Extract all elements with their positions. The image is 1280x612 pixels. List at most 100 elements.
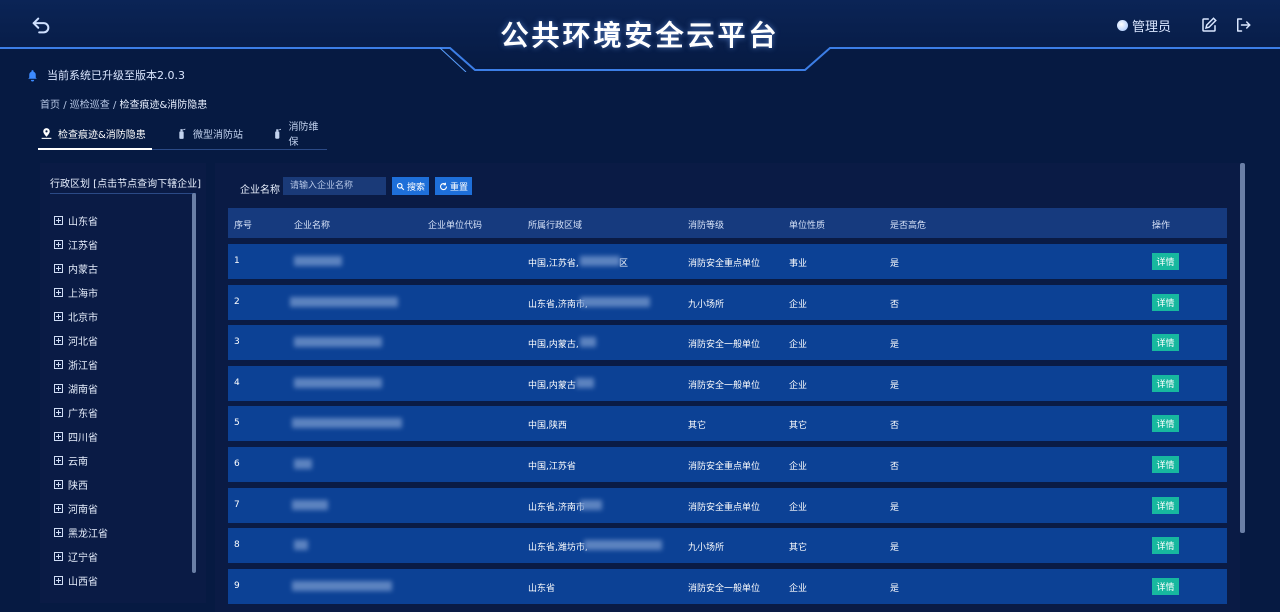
reset-button[interactable]: 重置	[435, 177, 472, 195]
tree-node-label: 辽宁省	[68, 553, 98, 564]
user-menu[interactable]: 管理员	[1117, 16, 1171, 35]
tree-node[interactable]: 河北省	[54, 333, 98, 348]
enterprise-name-input[interactable]	[283, 177, 386, 195]
expand-plus-icon[interactable]	[54, 216, 63, 225]
detail-button[interactable]: 详情	[1152, 415, 1179, 433]
tree-node-label: 山东省	[68, 217, 98, 228]
expand-plus-icon[interactable]	[54, 576, 63, 585]
redacted-region	[580, 337, 596, 348]
detail-button[interactable]: 详情	[1152, 456, 1179, 473]
table-row: 7 山东省,济南市 消防安全重点单位 企业 是 详情	[228, 487, 1227, 523]
fire-extinguisher-icon	[275, 128, 281, 139]
divider	[50, 193, 196, 194]
detail-button[interactable]: 详情	[1152, 496, 1179, 514]
fire-extinguisher-icon	[179, 128, 186, 139]
table-row: 2 山东省,济南市, 九小场所 企业 否 详情	[228, 284, 1227, 320]
bell-icon	[26, 69, 39, 82]
tab-bar: 检查痕迹&消防隐患 微型消防站 消防维保	[38, 122, 327, 150]
tree-node-label: 河北省	[68, 337, 98, 348]
expand-plus-icon[interactable]	[54, 408, 63, 417]
redacted-enterprise-name	[294, 377, 382, 388]
cell-level: 消防安全一般单位	[688, 380, 761, 391]
tree-node[interactable]: 陕西	[54, 477, 88, 492]
tree-node-label: 上海市	[68, 289, 98, 300]
tree-node[interactable]: 浙江省	[54, 357, 98, 372]
col-header-level: 消防等级	[688, 221, 725, 231]
expand-plus-icon[interactable]	[54, 552, 63, 561]
tab-fire-maintenance[interactable]: 消防维保	[271, 122, 327, 148]
tree-node[interactable]: 山西省	[54, 573, 98, 588]
tree-node[interactable]: 黑龙江省	[54, 525, 108, 540]
breadcrumb: 首页 / 巡检巡查 / 检查痕迹&消防隐患	[40, 96, 207, 111]
cell-region: 中国,江苏省,	[528, 259, 579, 269]
detail-button[interactable]: 详情	[1152, 537, 1179, 555]
tab-inspection-hazard[interactable]: 检查痕迹&消防隐患	[38, 123, 152, 150]
expand-plus-icon[interactable]	[54, 384, 63, 393]
expand-plus-icon[interactable]	[54, 432, 63, 441]
detail-button[interactable]: 详情	[1152, 374, 1179, 392]
tree-node[interactable]: 四川省	[54, 429, 98, 444]
detail-button[interactable]: 详情	[1152, 334, 1179, 352]
redacted-enterprise-name	[294, 540, 308, 551]
expand-plus-icon[interactable]	[54, 504, 63, 513]
col-header-no: 序号	[234, 221, 253, 231]
cell-risk: 是	[890, 543, 900, 554]
tree-node[interactable]: 山东省	[54, 213, 98, 228]
cell-risk: 是	[890, 502, 900, 513]
expand-plus-icon[interactable]	[54, 312, 63, 321]
expand-plus-icon[interactable]	[54, 360, 63, 369]
cell-region: 中国,内蒙古	[528, 380, 576, 391]
redacted-region	[576, 377, 594, 388]
tab-micro-fire-station[interactable]: 微型消防站	[175, 123, 243, 143]
expand-plus-icon[interactable]	[54, 288, 63, 297]
cell-risk: 是	[890, 583, 900, 594]
tree-node[interactable]: 河南省	[54, 501, 98, 516]
table-row: 4 中国,内蒙古 消防安全一般单位 企业 是 详情	[228, 365, 1227, 401]
detail-button[interactable]: 详情	[1152, 293, 1179, 311]
expand-plus-icon[interactable]	[54, 456, 63, 465]
cell-risk: 是	[890, 259, 900, 269]
detail-button[interactable]: 详情	[1152, 577, 1179, 595]
main-scrollbar[interactable]	[1240, 163, 1245, 533]
tree-scrollbar[interactable]	[192, 193, 196, 573]
tree-node[interactable]: 辽宁省	[54, 549, 98, 564]
cell-region: 山东省,济南市	[528, 502, 585, 513]
expand-plus-icon[interactable]	[54, 264, 63, 273]
tree-node[interactable]: 北京市	[54, 309, 98, 324]
tree-node[interactable]: 湖南省	[54, 381, 98, 396]
tree-node[interactable]: 广东省	[54, 405, 98, 420]
tree-node-label: 河南省	[68, 505, 98, 516]
tree-node-label: 北京市	[68, 313, 98, 324]
tree-node[interactable]: 云南	[54, 453, 88, 468]
cell-risk: 否	[890, 299, 900, 310]
tree-node-label: 四川省	[68, 433, 98, 444]
breadcrumb-separator: /	[63, 100, 67, 111]
redacted-enterprise-name	[294, 337, 382, 348]
notice-text: 当前系统已升级至版本2.0.3	[47, 69, 185, 82]
cell-region: 中国,陕西	[528, 421, 567, 432]
tree-node[interactable]: 内蒙古	[54, 261, 98, 276]
col-header-nature: 单位性质	[789, 221, 826, 231]
redacted-enterprise-name	[290, 296, 398, 307]
cell-nature: 企业	[789, 462, 808, 472]
table-row: 5 中国,陕西 其它 其它 否 详情	[228, 406, 1227, 442]
cell-nature: 企业	[789, 299, 808, 310]
cell-nature: 其它	[789, 543, 808, 554]
cell-no: 7	[234, 499, 240, 510]
breadcrumb-home[interactable]: 首页	[40, 100, 60, 111]
logout-icon[interactable]	[1234, 16, 1252, 34]
expand-plus-icon[interactable]	[54, 480, 63, 489]
expand-plus-icon[interactable]	[54, 336, 63, 345]
expand-plus-icon[interactable]	[54, 240, 63, 249]
page-title: 公共环境安全云平台	[500, 19, 780, 52]
breadcrumb-inspection[interactable]: 巡检巡查	[70, 100, 110, 111]
expand-plus-icon[interactable]	[54, 528, 63, 537]
tree-node[interactable]: 上海市	[54, 285, 98, 300]
detail-button[interactable]: 详情	[1152, 253, 1179, 270]
search-button[interactable]: 搜索	[392, 177, 429, 195]
tree-node-label: 黑龙江省	[68, 529, 108, 540]
col-header-risk: 是否高危	[890, 221, 927, 231]
cell-nature: 事业	[789, 259, 808, 269]
edit-icon[interactable]	[1200, 16, 1218, 34]
tree-node[interactable]: 江苏省	[54, 237, 98, 252]
